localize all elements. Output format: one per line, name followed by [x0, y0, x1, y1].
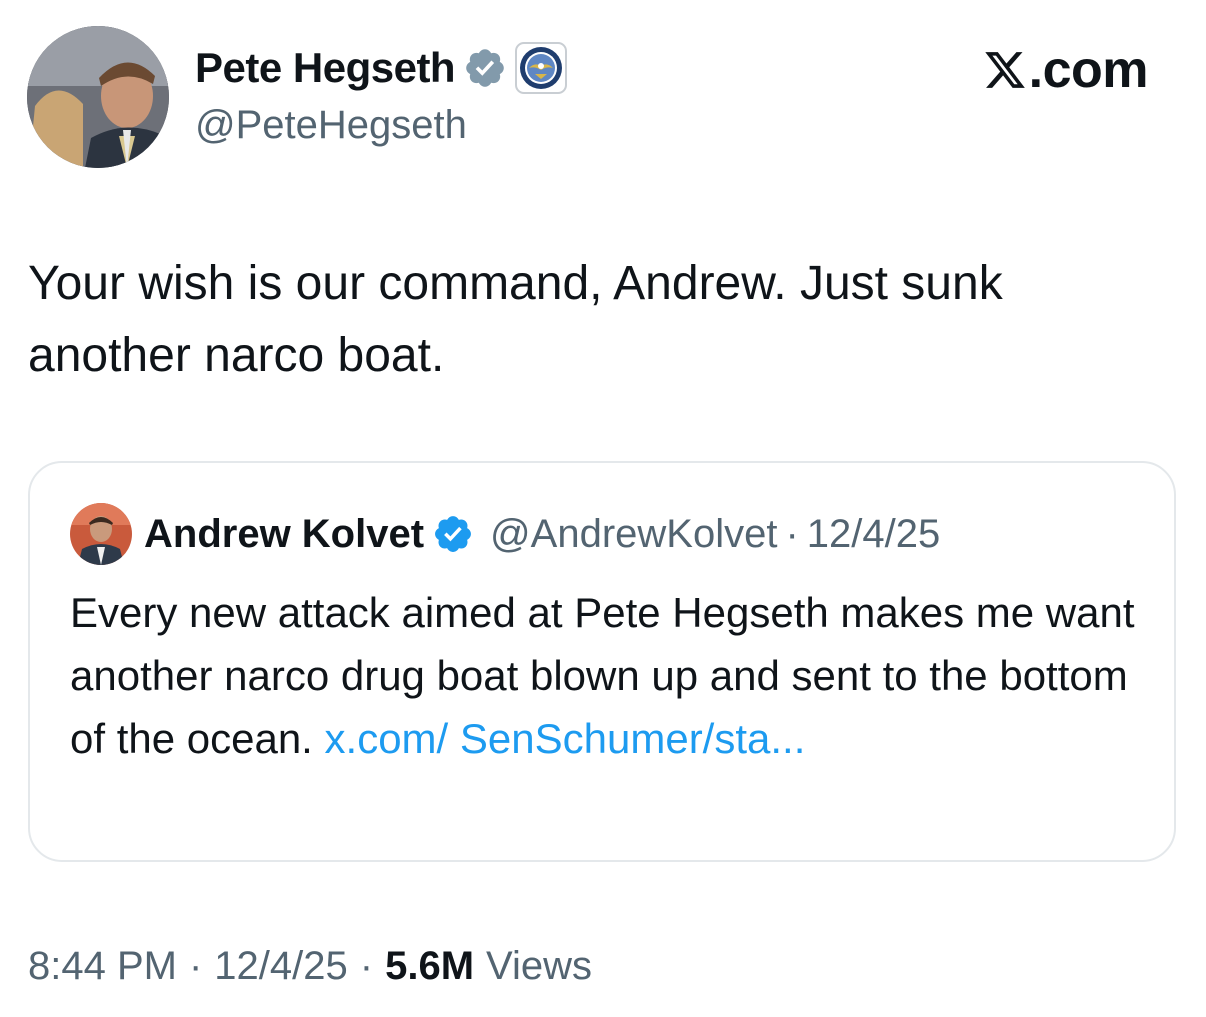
department-seal-icon[interactable] — [515, 42, 568, 94]
meta-separator: · — [359, 943, 374, 988]
brand-label: .com — [1028, 41, 1149, 99]
quoted-separator: · — [785, 511, 799, 556]
tweet-time[interactable]: 8:44 PM — [28, 944, 177, 989]
tweet-text: Your wish is our command, Andrew. Just s… — [28, 257, 1003, 382]
quoted-author-avatar[interactable] — [70, 503, 132, 565]
quoted-tweet-date[interactable]: 12/4/25 — [807, 512, 940, 557]
views-label: Views — [486, 943, 593, 988]
author-avatar[interactable] — [27, 26, 169, 168]
quoted-author-handle[interactable]: @AndrewKolvet — [490, 512, 777, 557]
views-count: 5.6M — [385, 943, 475, 988]
author-name-row: Pete Hegseth — [195, 40, 568, 96]
meta-separator: · — [188, 943, 203, 988]
author-photo — [27, 26, 169, 168]
quoted-tweet-card[interactable]: Andrew Kolvet @AndrewKolvet · 12/4/25 Ev… — [28, 461, 1176, 862]
quoted-tweet-header: Andrew Kolvet @AndrewKolvet · 12/4/25 — [70, 503, 940, 565]
tweet-meta: 8:44 PM · 12/4/25 · 5.6M Views — [28, 938, 592, 994]
tweet-date[interactable]: 12/4/25 — [214, 944, 347, 989]
verified-badge-icon[interactable] — [463, 46, 507, 90]
x-logo-icon — [984, 52, 1025, 88]
quoted-tweet-link[interactable]: x.com/ SenSchumer/sta... — [325, 715, 806, 762]
quoted-tweet-text: Every new attack aimed at Pete Hegseth m… — [70, 581, 1150, 770]
x-com-brand: .com — [983, 40, 1149, 100]
verified-badge-icon[interactable] — [432, 513, 474, 555]
quoted-author-photo — [70, 503, 132, 565]
author-handle[interactable]: @PeteHegseth — [195, 103, 467, 148]
author-display-name[interactable]: Pete Hegseth — [195, 44, 456, 92]
quoted-author-name[interactable]: Andrew Kolvet — [144, 512, 424, 557]
